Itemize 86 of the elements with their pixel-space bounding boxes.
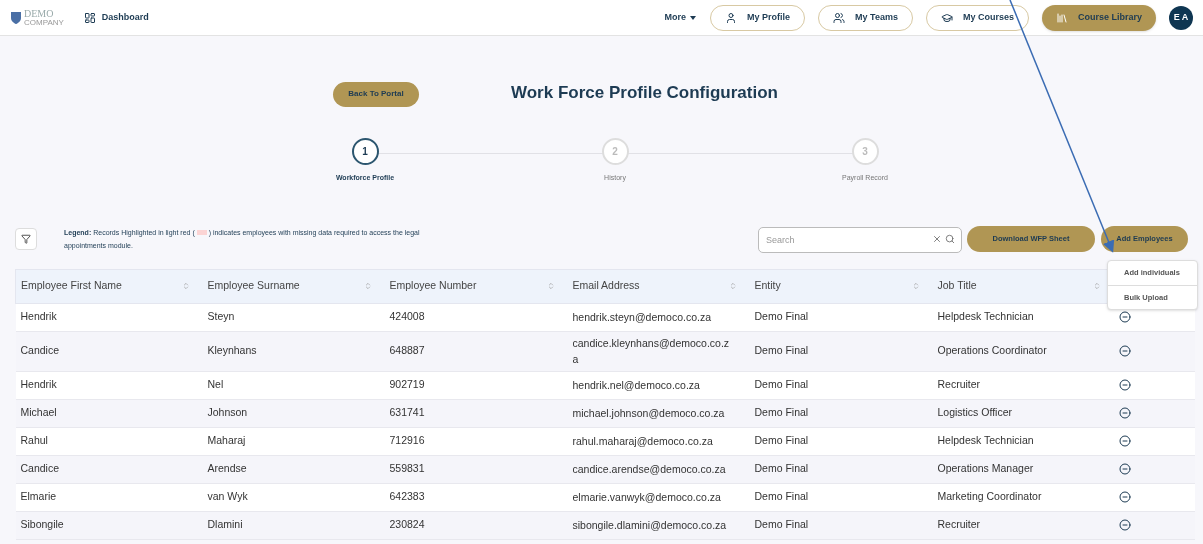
- table-cell: 712916: [389, 434, 425, 447]
- filter-icon: [21, 233, 31, 244]
- table-cell: Marketing Coordinator: [937, 490, 1042, 503]
- minus-circle-icon[interactable]: [1118, 311, 1131, 323]
- table-cell: Demo Final: [754, 518, 809, 531]
- table-cell: Hendrik: [20, 310, 57, 323]
- column-header[interactable]: Employee Number: [389, 278, 477, 294]
- table-cell: Johnson: [207, 406, 248, 419]
- table-cell: Demo Final: [754, 344, 809, 357]
- table-cell: Rahul: [20, 434, 48, 447]
- user-avatar[interactable]: E A: [1169, 5, 1193, 30]
- minus-circle-icon[interactable]: [1118, 491, 1131, 503]
- table-cell-text: rahul.maharaj@democo.co.za: [572, 434, 714, 449]
- table-cell: Demo Final: [754, 406, 809, 419]
- table-cell: Maharaj: [207, 434, 246, 447]
- column-header[interactable]: Entity: [754, 278, 781, 294]
- table-cell: Dlamini: [207, 518, 243, 531]
- table-cell: 648887: [389, 344, 425, 357]
- table-cell-text: candice.kleynhans@democo.co.za: [572, 336, 731, 367]
- table-cell: Demo Final: [754, 434, 809, 447]
- dashboard-icon: [83, 11, 96, 24]
- caret-icon: [690, 15, 697, 20]
- table-cell: Demo Final: [754, 490, 809, 503]
- minus-circle-icon[interactable]: [1118, 345, 1131, 357]
- person-icon: [725, 11, 738, 24]
- page-title: Work Force Profile Configuration: [511, 81, 778, 104]
- table-cell: van Wyk: [207, 490, 248, 503]
- minus-circle-icon[interactable]: [1118, 463, 1131, 475]
- table-cell: Operations Manager: [937, 462, 1034, 475]
- table-cell: Michael: [20, 406, 57, 419]
- nav-pill[interactable]: My Courses: [925, 4, 1029, 31]
- table-cell: Demo Final: [754, 378, 809, 391]
- table-cell: Helpdesk Technician: [937, 310, 1034, 323]
- table-cell: Nel: [207, 378, 224, 391]
- minus-circle-icon[interactable]: [1118, 379, 1131, 391]
- highlight-swatch: [196, 229, 207, 235]
- table-cell: Candice: [20, 344, 60, 357]
- table-cell: 559831: [389, 462, 425, 475]
- table-cell: 642383: [389, 490, 425, 503]
- filter-button[interactable]: [15, 227, 37, 250]
- table-cell: Logistics Officer: [937, 406, 1012, 419]
- table-cell: Candice: [20, 462, 60, 475]
- minus-circle-icon[interactable]: [1118, 435, 1131, 447]
- logo-word: DEMO: [24, 8, 55, 19]
- people-icon: [833, 11, 846, 24]
- table-cell: Recruiter: [937, 378, 981, 391]
- shield-logo-icon: [10, 10, 22, 25]
- back-to-portal-button[interactable]: Back To Portal: [333, 81, 419, 107]
- table-cell: Steyn: [207, 310, 235, 323]
- table-cell-text: hendrik.steyn@democo.co.za: [572, 310, 712, 325]
- table-cell: 631741: [389, 406, 425, 419]
- table-cell-text: hendrik.nel@democo.co.za: [572, 378, 701, 393]
- logo-subtitle: COMPANY: [24, 18, 64, 27]
- table-cell: Helpdesk Technician: [937, 434, 1034, 447]
- table-cell: Recruiter: [937, 518, 981, 531]
- nav-pill[interactable]: Course Library: [1041, 4, 1156, 31]
- column-header[interactable]: Employee First Name: [21, 278, 122, 294]
- column-header[interactable]: Job Title: [937, 278, 977, 294]
- book-icon: [1055, 11, 1068, 24]
- table-cell: Demo Final: [754, 310, 809, 323]
- clear-icon[interactable]: [932, 233, 942, 244]
- table-cell-text: elmarie.vanwyk@democo.co.za: [572, 490, 722, 505]
- table-cell: 902719: [389, 378, 425, 391]
- table-cell: Kleynhans: [207, 344, 257, 357]
- column-header[interactable]: Email Address: [572, 278, 640, 294]
- table-cell: Arendse: [207, 462, 247, 475]
- table-cell: Operations Coordinator: [937, 344, 1047, 357]
- table-cell: 230824: [389, 518, 425, 531]
- minus-circle-icon[interactable]: [1118, 407, 1131, 419]
- table-cell: Sibongile: [20, 518, 64, 531]
- table-cell-text: candice.arendse@democo.co.za: [572, 462, 727, 477]
- search-field[interactable]: Search: [758, 226, 962, 253]
- table-cell-text: sibongile.dlamini@democo.co.za: [572, 518, 728, 533]
- minus-circle-icon[interactable]: [1118, 519, 1131, 531]
- nav-pill[interactable]: My Teams: [818, 4, 913, 31]
- dashboard-link[interactable]: Dashboard: [101, 10, 149, 25]
- table-cell: Elmarie: [20, 490, 57, 503]
- more-menu[interactable]: More: [664, 10, 697, 25]
- table-cell: Hendrik: [20, 378, 57, 391]
- table-cell: Demo Final: [754, 462, 809, 475]
- table-cell: 424008: [389, 310, 425, 323]
- table-cell-text: michael.johnson@democo.co.za: [572, 406, 726, 421]
- column-header[interactable]: Employee Surname: [207, 278, 300, 294]
- nav-pill[interactable]: My Profile: [710, 4, 806, 31]
- search-icon[interactable]: [945, 233, 955, 244]
- graduation-cap-icon: [940, 11, 953, 24]
